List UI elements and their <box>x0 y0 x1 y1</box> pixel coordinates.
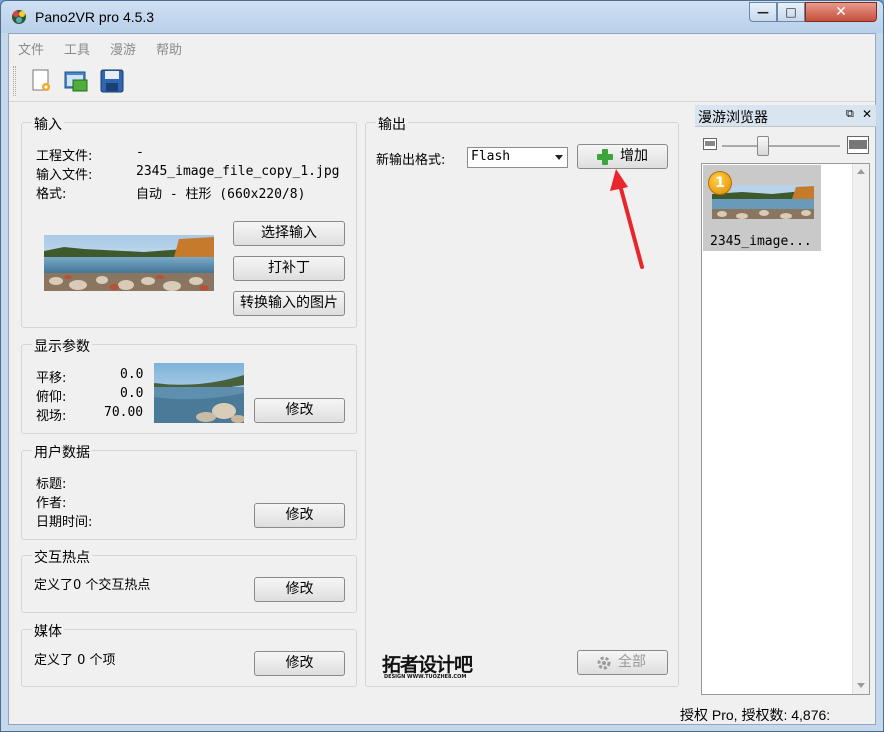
all-button[interactable]: 全部 <box>577 650 668 675</box>
tilt-label: 俯仰: <box>36 390 67 405</box>
maximize-button[interactable]: □ <box>777 2 805 22</box>
tilt-value: 0.0 <box>120 386 144 401</box>
scroll-up-icon[interactable] <box>857 169 865 174</box>
view-preview-thumbnail <box>154 363 244 423</box>
display-modify-button[interactable]: 修改 <box>254 398 345 423</box>
scroll-down-icon[interactable] <box>857 683 865 688</box>
watermark-logo: 拓者设计吧 DESIGN WWW.TUOZHE8.COM <box>376 650 508 684</box>
close-dock-icon[interactable]: ✕ <box>862 107 872 121</box>
format-value: 自动 - 柱形 (660x220/8) <box>136 187 306 202</box>
menu-file[interactable]: 文件 <box>18 39 44 58</box>
hotspots-title: 交互热点 <box>32 547 92 567</box>
tour-node-list: 1 2345_image... <box>701 163 870 695</box>
title-label: 标题: <box>36 477 67 492</box>
input-panorama-thumbnail <box>44 235 214 291</box>
user-data-title: 用户数据 <box>32 442 92 462</box>
new-output-format-label: 新输出格式: <box>376 153 446 168</box>
menu-help[interactable]: 帮助 <box>156 39 182 58</box>
status-bar: 授权 Pro, 授权数: 4,876: <box>9 702 875 724</box>
fov-label: 视场: <box>36 409 67 424</box>
hotspots-group: 交互热点 定义了0 个交互热点 修改 <box>21 547 357 613</box>
minimize-button[interactable]: — <box>749 2 777 22</box>
title-bar[interactable]: Pano2VR pro 4.5.3 — □ ✕ <box>1 1 883 33</box>
patch-button[interactable]: 打补丁 <box>233 256 345 281</box>
all-label: 全部 <box>618 654 646 670</box>
media-title: 媒体 <box>32 621 64 641</box>
output-title: 输出 <box>376 114 408 134</box>
display-params-group: 显示参数 平移: 0.0 俯仰: 0.0 视场: 70.00 修改 <box>21 336 357 434</box>
tour-browser-title: 漫游浏览器 <box>698 110 768 126</box>
app-icon <box>12 10 26 24</box>
datetime-label: 日期时间: <box>36 515 93 530</box>
convert-input-button[interactable]: 转换输入的图片 <box>233 291 345 316</box>
input-group-title: 输入 <box>32 114 64 134</box>
tour-browser-panel: 漫游浏览器 ⧉ ✕ 1 2345_image... <box>695 105 876 700</box>
format-label: 格式: <box>36 187 67 202</box>
author-label: 作者: <box>36 496 67 511</box>
hotspots-count-text: 定义了0 个交互热点 <box>34 578 151 593</box>
input-file-value: 2345_image_file_copy_1.jpg <box>136 164 340 179</box>
chevron-down-icon <box>555 155 563 160</box>
tour-node-item[interactable]: 1 2345_image... <box>703 165 821 251</box>
media-modify-button[interactable]: 修改 <box>254 651 345 676</box>
fov-value: 70.00 <box>104 405 144 420</box>
display-params-title: 显示参数 <box>32 336 92 356</box>
float-dock-icon[interactable]: ⧉ <box>846 107 854 121</box>
new-project-icon[interactable] <box>29 68 55 94</box>
media-group: 媒体 定义了 0 个项 修改 <box>21 621 357 687</box>
input-group: 输入 工程文件: - 输入文件: 2345_image_file_copy_1.… <box>21 114 357 328</box>
menu-tour[interactable]: 漫游 <box>110 39 136 58</box>
zoom-slider-handle[interactable] <box>757 136 769 156</box>
media-count-text: 定义了 0 个项 <box>34 653 116 668</box>
userdata-modify-button[interactable]: 修改 <box>254 503 345 528</box>
node-number-badge: 1 <box>708 171 732 195</box>
output-group: 输出 新输出格式: Flash 增加 拓者设计吧 DESIGN WWW.TUOZ… <box>365 114 679 687</box>
input-file-label: 输入文件: <box>36 168 93 183</box>
open-project-icon[interactable] <box>63 68 89 94</box>
zoom-slider-track[interactable] <box>722 145 840 147</box>
user-data-group: 用户数据 标题: 作者: 日期时间: 修改 <box>21 442 357 540</box>
toolbar-grip <box>13 66 16 96</box>
close-button[interactable]: ✕ <box>805 2 877 22</box>
hotspots-modify-button[interactable]: 修改 <box>254 577 345 602</box>
node-list-scrollbar[interactable] <box>852 164 869 694</box>
project-file-label: 工程文件: <box>36 149 93 164</box>
output-format-select[interactable]: Flash <box>467 147 568 168</box>
client-area: 文件 工具 漫游 帮助 输入 工程文件: - 输入文件: 2345_image_… <box>8 33 876 725</box>
project-file-value: - <box>136 145 144 160</box>
license-status-text: 授权 Pro, 授权数: 4,876: <box>680 707 831 723</box>
app-window: Pano2VR pro 4.5.3 — □ ✕ 文件 工具 漫游 帮助 输入 工… <box>0 0 884 732</box>
pan-label: 平移: <box>36 371 67 386</box>
small-thumbnail-icon <box>703 138 717 150</box>
pan-value: 0.0 <box>120 367 144 382</box>
select-input-button[interactable]: 选择输入 <box>233 221 345 246</box>
gear-icon <box>597 656 611 670</box>
save-project-icon[interactable] <box>99 68 125 94</box>
toolbar <box>9 60 875 102</box>
annotation-arrow <box>610 169 644 269</box>
watermark-text: 拓者设计吧 <box>382 654 473 676</box>
large-thumbnail-icon <box>847 136 869 154</box>
tour-browser-titlebar: 漫游浏览器 ⧉ ✕ <box>695 105 876 127</box>
output-format-value: Flash <box>471 149 511 164</box>
menu-tools[interactable]: 工具 <box>64 39 90 58</box>
menu-bar: 文件 工具 漫游 帮助 <box>9 34 875 58</box>
tour-node-label: 2345_image... <box>710 234 812 249</box>
window-title: Pano2VR pro 4.5.3 <box>35 9 155 25</box>
watermark-subtext: DESIGN WWW.TUOZHE8.COM <box>384 674 467 680</box>
